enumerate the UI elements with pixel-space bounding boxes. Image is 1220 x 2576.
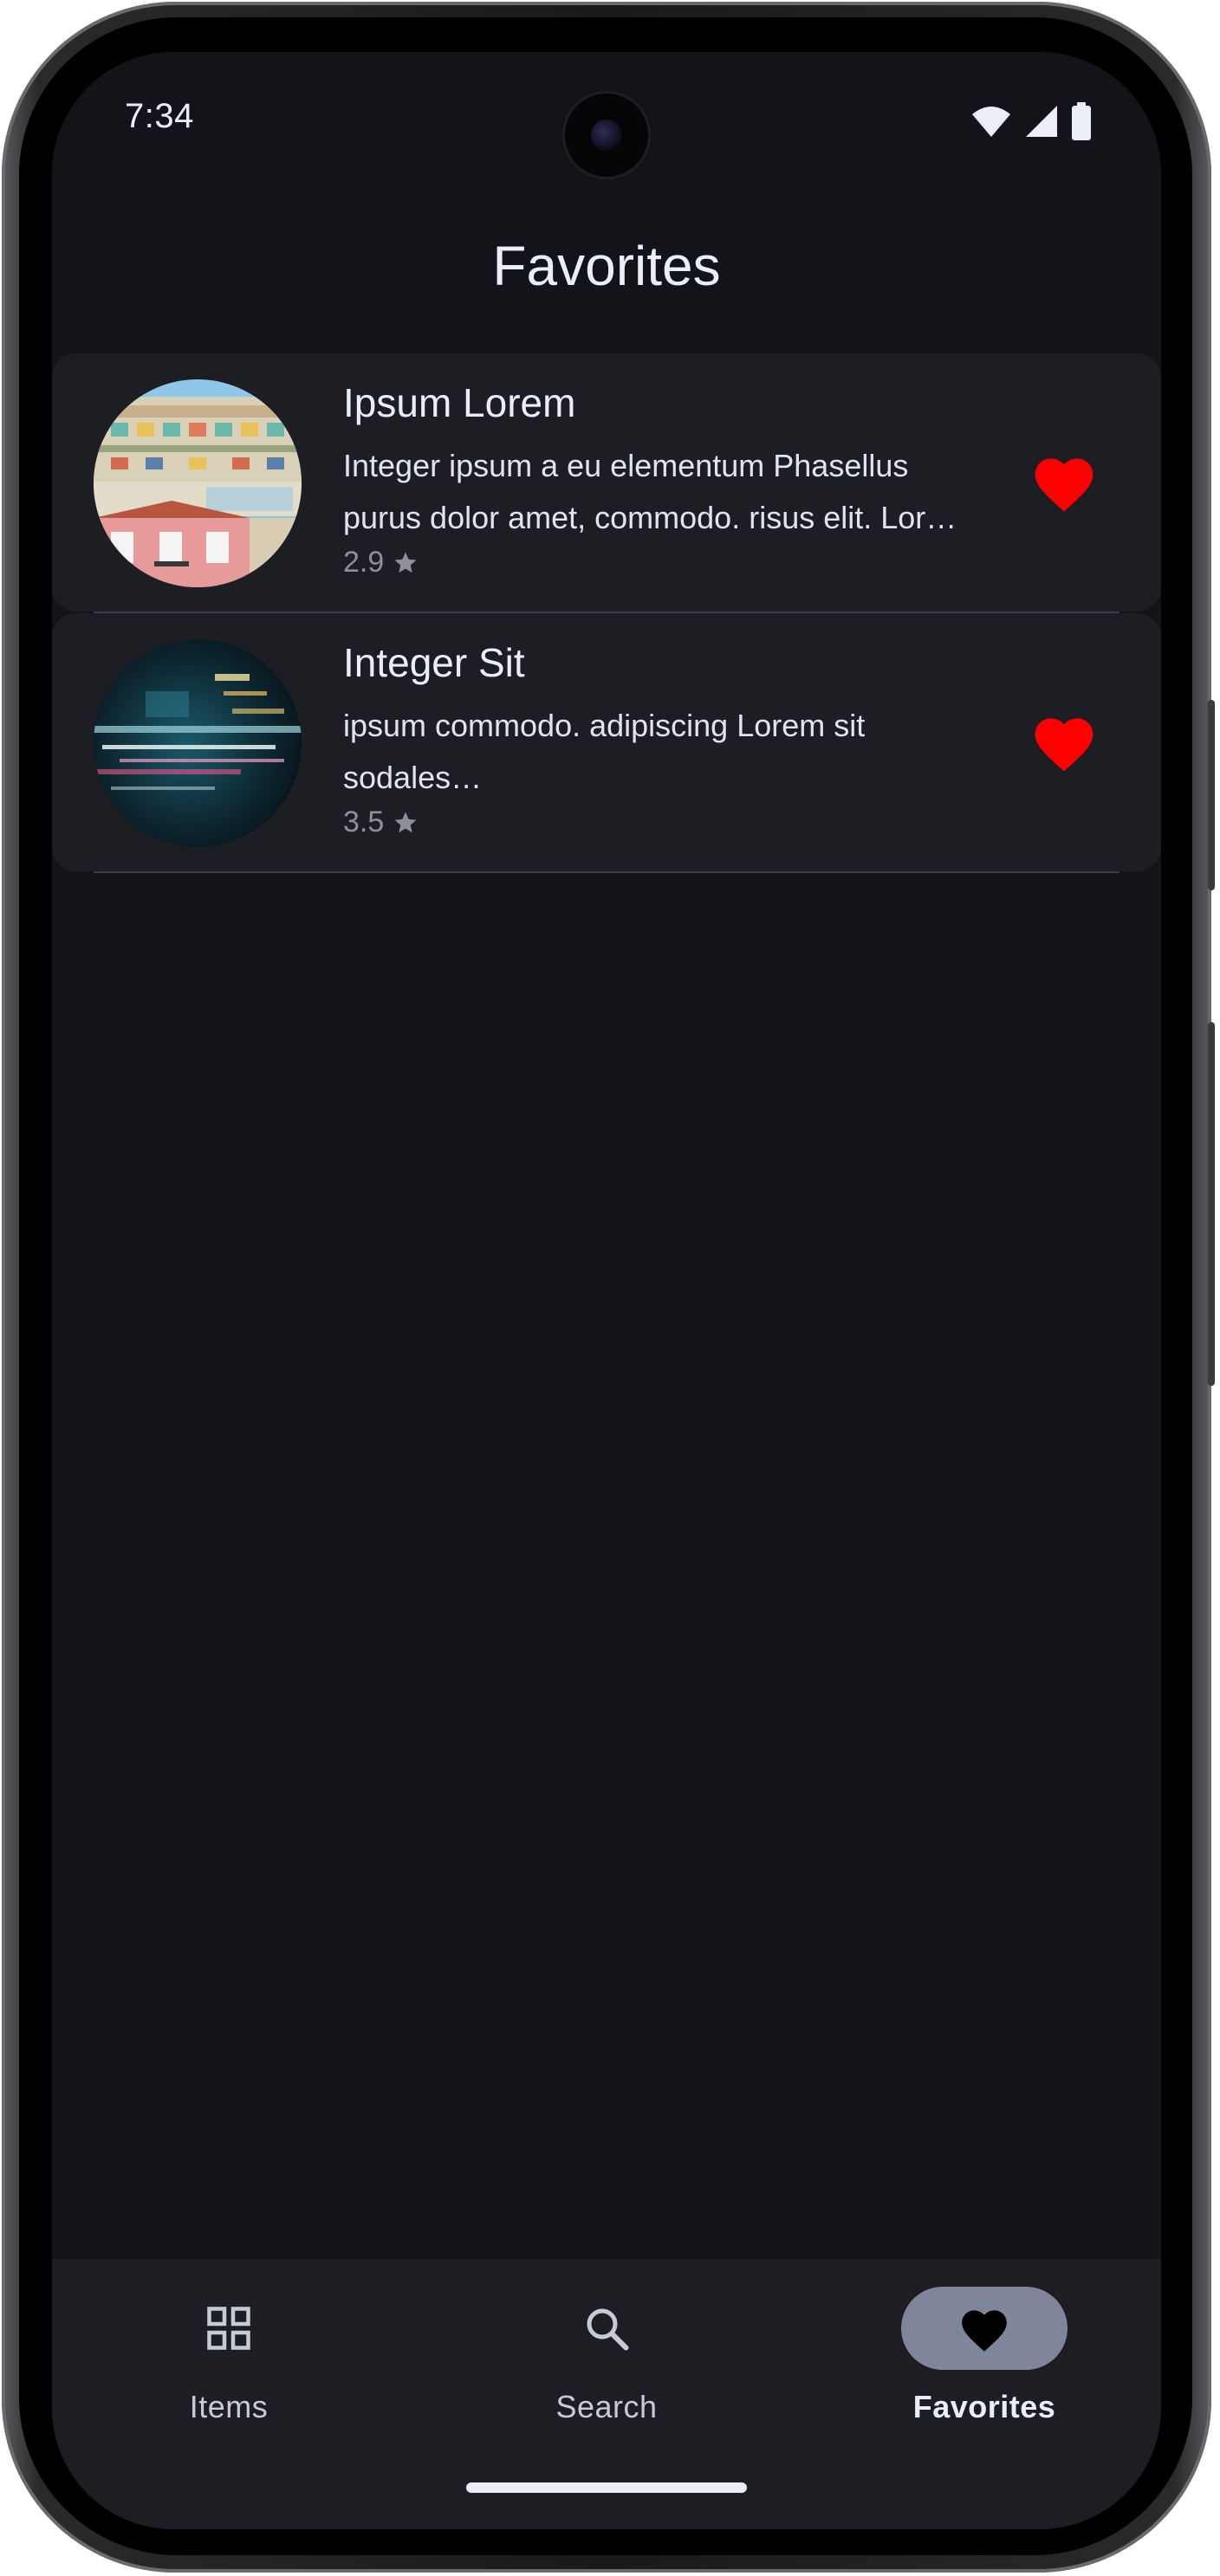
nav-item-items[interactable]: Items (99, 2287, 359, 2425)
side-button-top (1208, 700, 1215, 890)
light-trails-photo (94, 639, 302, 847)
rating-value: 2.9 (343, 546, 385, 579)
app-screen: 7:34 Favorites Ipsum Lorem Integer ipsum… (52, 52, 1161, 2529)
item-description: Integer ipsum a eu elementum Phasellus p… (343, 448, 957, 535)
wifi-icon (972, 107, 1010, 137)
nav-label: Search (555, 2389, 658, 2424)
nav-item-search[interactable]: Search (477, 2287, 737, 2425)
rating-value: 3.5 (343, 806, 385, 838)
item-title: Ipsum Lorem (343, 380, 576, 425)
nav-label: Items (189, 2389, 269, 2424)
status-time: 7:34 (125, 97, 194, 135)
building-photo (94, 379, 302, 587)
nav-icon-container (523, 2287, 690, 2370)
side-button-bottom (1208, 1022, 1215, 1386)
item-title: Integer Sit (343, 640, 525, 685)
nav-active-indicator (901, 2287, 1068, 2370)
item-thumbnail (94, 639, 302, 847)
home-indicator[interactable] (466, 2482, 747, 2493)
grid-icon (207, 2307, 250, 2350)
star-icon (394, 812, 417, 832)
list-item[interactable]: Ipsum Lorem Integer ipsum a eu elementum… (52, 353, 1161, 613)
nav-icon-container (146, 2287, 312, 2370)
favorite-toggle-icon[interactable] (1029, 709, 1099, 774)
item-rating: 2.9 (343, 546, 419, 579)
list-item[interactable]: Integer Sit ipsum commodo. adipiscing Lo… (52, 613, 1161, 873)
item-description: ipsum commodo. adipiscing Lorem sit soda… (343, 708, 866, 795)
nav-item-favorites[interactable]: Favorites (854, 2287, 1114, 2425)
status-icons (970, 102, 1092, 140)
item-rating: 3.5 (343, 806, 419, 839)
battery-icon (1072, 102, 1091, 140)
signal-icon (1026, 106, 1057, 137)
front-camera (565, 94, 648, 177)
list-divider (94, 871, 1119, 873)
status-bar: 7:34 (52, 52, 1161, 191)
search-icon (587, 2308, 629, 2351)
star-icon (394, 552, 417, 573)
nav-label: Favorites (912, 2389, 1056, 2424)
bottom-navigation: Items Search Favorites (52, 2259, 1161, 2529)
page-title: Favorites (492, 235, 721, 297)
favorites-list: Ipsum Lorem Integer ipsum a eu elementum… (52, 353, 1161, 873)
favorite-toggle-icon[interactable] (1029, 449, 1099, 515)
camera-lens (591, 120, 622, 151)
heart-icon (962, 2310, 1007, 2352)
item-thumbnail (94, 379, 302, 587)
